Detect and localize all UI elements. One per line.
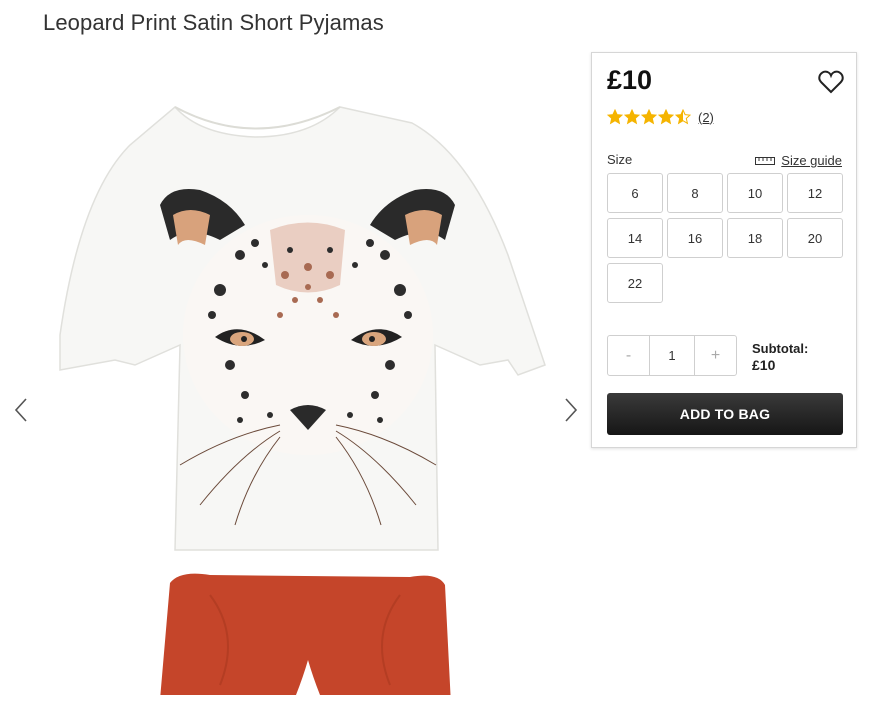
rating-stars (607, 109, 692, 125)
product-image[interactable] (40, 75, 560, 695)
size-option[interactable]: 22 (607, 263, 663, 303)
ruler-icon (755, 156, 776, 165)
product-title: Leopard Print Satin Short Pyjamas (43, 10, 384, 35)
size-option[interactable]: 12 (787, 173, 843, 213)
quantity-increase-button[interactable]: + (695, 336, 736, 375)
size-option[interactable]: 16 (667, 218, 723, 258)
size-guide-link[interactable]: Size guide (755, 153, 842, 168)
wishlist-button[interactable] (817, 68, 845, 96)
star-icon (641, 109, 657, 125)
size-option[interactable]: 20 (787, 218, 843, 258)
quantity-decrease-button[interactable]: - (608, 336, 649, 375)
size-guide-label: Size guide (781, 153, 842, 168)
star-icon (624, 109, 640, 125)
shorts-shape (160, 573, 451, 695)
gallery-prev-button[interactable] (9, 390, 33, 430)
size-option[interactable]: 14 (607, 218, 663, 258)
gallery-next-button[interactable] (559, 390, 583, 430)
size-option[interactable]: 6 (607, 173, 663, 213)
size-label: Size (607, 152, 633, 167)
quantity-input[interactable]: 1 (649, 336, 695, 375)
star-icon (607, 109, 623, 125)
quantity-stepper: - 1 + (607, 335, 737, 376)
size-options: 6 8 10 12 14 16 18 20 22 (607, 173, 844, 303)
chevron-left-icon (14, 398, 27, 422)
subtotal: Subtotal: £10 (752, 340, 808, 374)
heart-icon (818, 70, 844, 94)
size-option[interactable]: 10 (727, 173, 783, 213)
add-to-bag-button[interactable]: ADD TO BAG (607, 393, 843, 435)
purchase-panel: £10 (2) Size Size guide 6 8 10 12 14 16 … (591, 52, 857, 448)
subtotal-value: £10 (752, 357, 776, 373)
subtotal-label: Subtotal: (752, 341, 809, 356)
product-price: £10 (607, 65, 653, 95)
product-gallery (0, 55, 590, 711)
size-option[interactable]: 18 (727, 218, 783, 258)
star-icon (658, 109, 674, 125)
product-rating: (2) (607, 109, 714, 125)
star-icon (675, 109, 691, 125)
size-option[interactable]: 8 (667, 173, 723, 213)
chevron-right-icon (565, 398, 578, 422)
review-count-link[interactable]: (2) (698, 110, 714, 125)
